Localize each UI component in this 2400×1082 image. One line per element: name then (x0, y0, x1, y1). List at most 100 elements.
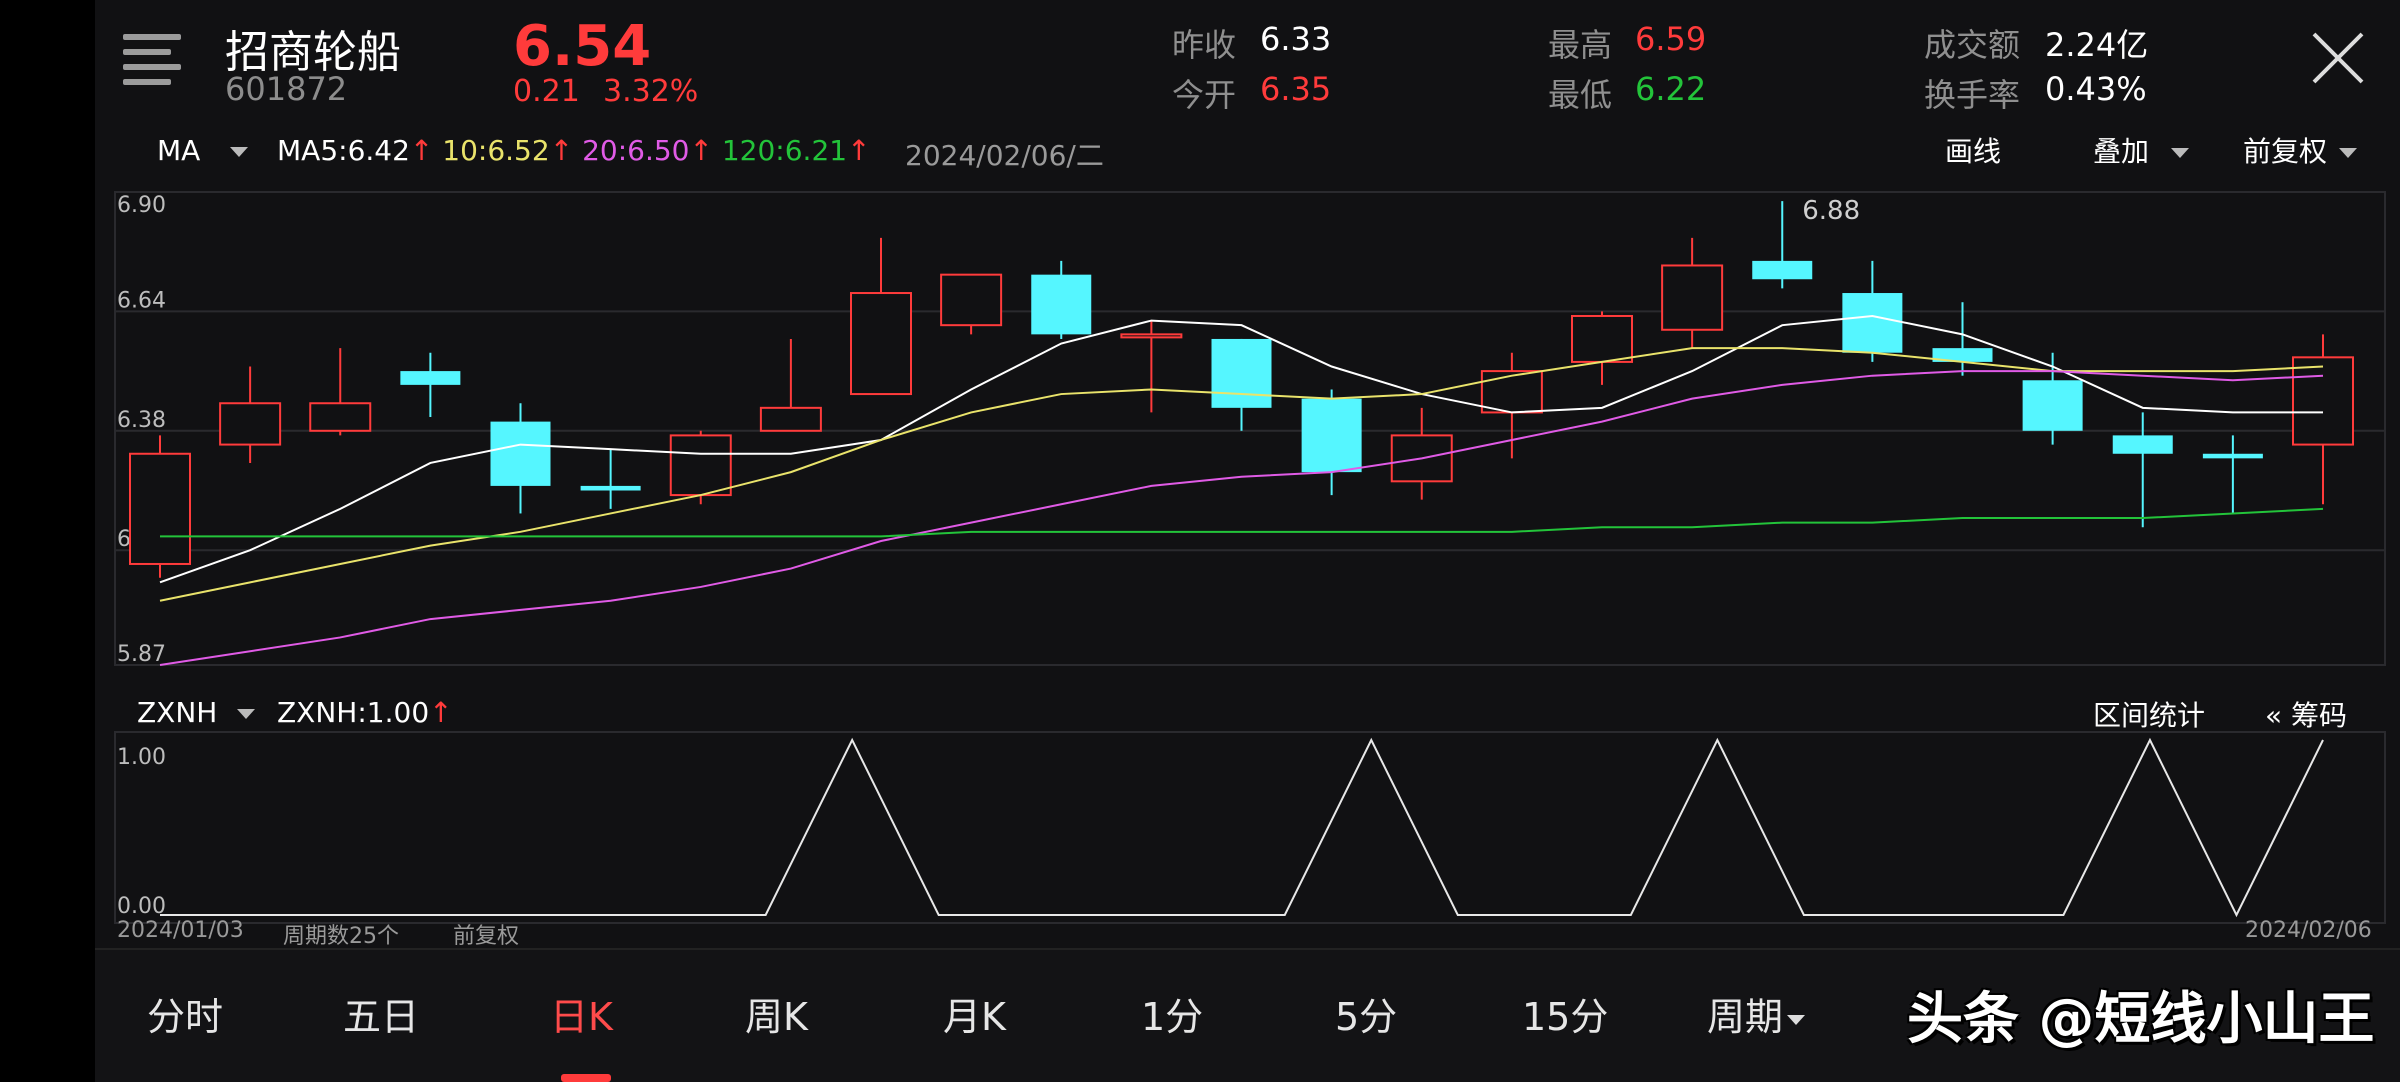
low-label: 最低 (1548, 76, 1613, 114)
period-count: 周期数25个 (283, 924, 399, 949)
candle (2112, 412, 2173, 528)
candle-body (1571, 314, 1633, 363)
candle (2202, 435, 2263, 514)
range-start-date: 2024/01/03 (117, 918, 244, 943)
adjust-label: 前复权 (2243, 135, 2328, 168)
candle (759, 338, 822, 432)
chevron-down-icon (1787, 1014, 1806, 1025)
ma-selector-label: MA (157, 134, 201, 167)
candle (2292, 334, 2354, 505)
ma10-value: 6.52 (487, 134, 550, 167)
candle-body (219, 402, 282, 446)
active-tab-indicator (561, 1074, 611, 1082)
candle (1842, 260, 1903, 362)
candle (490, 403, 551, 514)
y-tick-label: 5.87 (117, 642, 166, 667)
zxnh-arrow: ↑ (429, 696, 453, 729)
candle (1571, 311, 1633, 385)
chips-button[interactable]: « 筹码 (2265, 694, 2347, 734)
candle-body (940, 273, 1003, 327)
tab-15min[interactable]: 15分 (1522, 986, 1608, 1041)
ma5-arrow: ↑ (409, 134, 434, 167)
tab-day-k[interactable]: 日K (550, 986, 613, 1041)
indicator-chart[interactable]: 1.00 0.00 (95, 730, 2400, 940)
tab-week-k[interactable]: 周K (745, 986, 808, 1041)
tab-month-k[interactable]: 月K (943, 986, 1006, 1041)
indicator-value: ZXNH:1.00↑ (277, 696, 453, 729)
price-change: 0.21 (513, 74, 580, 109)
high-label: 最高 (1548, 26, 1613, 64)
zxnh-label: ZXNH: (277, 696, 367, 729)
turnover-label: 换手率 (1924, 76, 2021, 114)
candle-body (2022, 380, 2083, 431)
candle (1120, 320, 1183, 413)
open-value: 6.35 (1260, 70, 1332, 108)
candle-body (490, 421, 551, 486)
candle-body (1031, 274, 1092, 335)
candle-body (1211, 338, 1272, 408)
tab-1min[interactable]: 1分 (1141, 986, 1203, 1041)
candle (129, 435, 191, 578)
tab-timeshare[interactable]: 分时 (147, 986, 223, 1041)
chart-date: 2024/02/06/二 (905, 139, 1104, 172)
candle-body (129, 452, 191, 565)
candle-body (850, 292, 912, 396)
chevron-down-icon (2339, 148, 2358, 158)
candle (309, 348, 372, 436)
indicator-frame (114, 731, 2386, 924)
y-tick-label: 6.38 (117, 408, 166, 433)
high-value: 6.59 (1635, 20, 1707, 58)
candle-body (2112, 435, 2173, 454)
tab-5min[interactable]: 5分 (1335, 986, 1397, 1041)
ma5-label: MA5: (277, 134, 348, 167)
draw-line-button[interactable]: 画线 (1945, 130, 2001, 170)
zxnh-value: 1.00 (366, 696, 430, 729)
turnover-value: 0.43% (2045, 70, 2147, 108)
price-change-pct: 3.32% (603, 74, 699, 109)
menu-icon[interactable] (123, 34, 181, 94)
ma-selector[interactable]: MA (157, 134, 249, 167)
candle-body (580, 485, 641, 491)
ma10-label: 10: (442, 134, 488, 167)
current-price: 6.54 (513, 14, 652, 79)
candle (850, 237, 912, 396)
candle (1480, 352, 1543, 459)
candle (219, 366, 282, 463)
overlay-label: 叠加 (2093, 135, 2150, 168)
chevron-down-icon (230, 147, 249, 157)
candle (400, 352, 461, 418)
candle-body (1301, 398, 1362, 473)
ma-values: MA5:6.42↑ 10:6.52↑ 20:6.50↑ 120:6.21↑ (277, 134, 871, 167)
tab-period[interactable]: 周期 (1707, 986, 1806, 1041)
watermark: 头条 @短线小山王 (1907, 987, 2375, 1052)
ma20-label: 20: (582, 134, 628, 167)
max-price-label: 6.88 (1802, 196, 1860, 226)
indicator-y-tick: 1.00 (117, 745, 166, 770)
adjust-button[interactable]: 前复权 (2243, 130, 2358, 170)
candle-body (1480, 370, 1543, 414)
period-tab-bar: 分时 五日 日K 周K 月K 1分 5分 15分 周期 头条 @短线小山王 (95, 948, 2400, 1082)
prev-close-value: 6.33 (1260, 20, 1332, 58)
interval-stats-button[interactable]: 区间统计 (2093, 694, 2205, 734)
candle-body (309, 402, 372, 432)
y-tick-label: 6.64 (117, 288, 166, 313)
open-label: 今开 (1172, 76, 1237, 114)
overlay-button[interactable]: 叠加 (2093, 130, 2190, 170)
tab-five-day[interactable]: 五日 (343, 986, 419, 1041)
chevron-down-icon (2171, 148, 2190, 158)
close-icon[interactable] (2310, 30, 2366, 86)
volume-value: 2.24亿 (2045, 26, 2149, 64)
volume-label: 成交额 (1924, 26, 2021, 64)
candle (1301, 389, 1362, 496)
stock-code: 601872 (225, 70, 348, 108)
candle-body (400, 371, 461, 385)
ma120-label: 120: (721, 134, 785, 167)
candle-body (1842, 293, 1903, 353)
kline-chart[interactable]: 6.906.646.386.125.876.88 (95, 180, 2400, 680)
candle-body (1120, 333, 1183, 339)
candle (940, 273, 1003, 335)
indicator-selector[interactable]: ZXNH (137, 696, 256, 729)
candle-body (759, 406, 822, 432)
candle (1211, 338, 1272, 431)
candle-body (2292, 356, 2354, 446)
